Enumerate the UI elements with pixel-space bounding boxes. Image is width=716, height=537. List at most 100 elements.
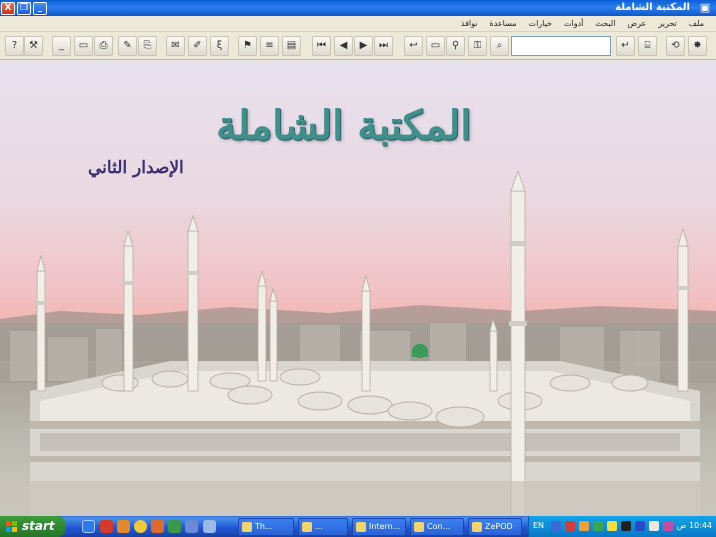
- tray-volume-icon[interactable]: [635, 521, 645, 531]
- next-page-button[interactable]: ▶: [354, 36, 373, 56]
- next-page-icon: ▶: [359, 40, 368, 51]
- taskbar: start Th...... Intern... Con... ZePOD EN 10…: [0, 516, 716, 537]
- copy-button[interactable]: ⎘: [138, 36, 157, 56]
- first-page-icon: ⏮: [317, 40, 326, 51]
- application-window: X ❐ _ المكتبة الشاملة ▣ ملف تحرير عرض البحث…: [0, 0, 716, 537]
- pen-button[interactable]: ✐: [188, 36, 207, 56]
- quicklaunch-app-icon[interactable]: [151, 520, 164, 533]
- quicklaunch-green-icon[interactable]: [168, 520, 181, 533]
- minimize-button[interactable]: _: [33, 1, 47, 15]
- list-button[interactable]: ≡: [260, 36, 279, 56]
- find-icon: ⚲: [451, 40, 460, 51]
- menu-item-3[interactable]: البحث: [589, 17, 621, 31]
- menu-item-2[interactable]: عرض: [621, 17, 652, 31]
- back-button[interactable]: ↩: [404, 36, 423, 56]
- print-button[interactable]: ⎙: [94, 36, 113, 56]
- copy-icon: ⎘: [143, 40, 152, 51]
- tray-misc-icon[interactable]: [663, 521, 673, 531]
- splash-screen: المكتبة الشاملة الإصدار الثاني: [0, 61, 716, 516]
- edit-button[interactable]: ✎: [118, 36, 137, 56]
- tools-button[interactable]: ⚒: [24, 36, 43, 56]
- go-button[interactable]: ↵: [616, 36, 635, 56]
- mail-button[interactable]: ✉: [166, 36, 185, 56]
- taskbar-task-2[interactable]: Intern...: [352, 518, 406, 536]
- pen-icon: ✐: [193, 40, 202, 51]
- window-button[interactable]: ▭: [74, 36, 93, 56]
- list-icon: ≡: [265, 40, 274, 51]
- settings-icon: ✸: [693, 40, 702, 51]
- search-input[interactable]: [511, 36, 611, 56]
- task-label: Con...: [427, 522, 451, 531]
- task-label: Intern...: [369, 522, 401, 531]
- bookmark-icon: ⚑: [243, 40, 252, 51]
- first-page-button[interactable]: ⏮: [312, 36, 331, 56]
- quicklaunch-explorer-icon[interactable]: [203, 520, 216, 533]
- find-button[interactable]: ⚲: [446, 36, 465, 56]
- quicklaunch-media-icon[interactable]: [100, 520, 113, 533]
- edit-icon: ✎: [123, 40, 132, 51]
- index-button[interactable]: ⌸: [638, 36, 657, 56]
- search-web-button[interactable]: ⌕: [490, 36, 509, 56]
- tray-app-icon[interactable]: [621, 521, 631, 531]
- format-icon: ξ: [216, 40, 223, 51]
- tray-usb-icon[interactable]: [649, 521, 659, 531]
- prev-page-button[interactable]: ◀: [334, 36, 353, 56]
- minimize-pane-icon: _: [59, 40, 64, 51]
- restore-button[interactable]: ❐: [17, 1, 31, 15]
- search-web-icon: ⌕: [496, 40, 503, 51]
- tray-update-icon[interactable]: [579, 521, 589, 531]
- splash-subtitle: الإصدار الثاني: [88, 158, 184, 178]
- settings-button[interactable]: ✸: [688, 36, 707, 56]
- minimize-pane-button[interactable]: _: [52, 36, 71, 56]
- menu-item-1[interactable]: تحرير: [652, 17, 682, 31]
- start-label: start: [22, 519, 55, 533]
- help-icon: ?: [11, 40, 18, 51]
- print-icon: ⎙: [99, 40, 108, 51]
- tray-alert-icon[interactable]: [607, 521, 617, 531]
- task-app-icon: [302, 522, 312, 532]
- taskbar-task-4[interactable]: ZePOD: [468, 518, 522, 536]
- quicklaunch-ie-icon[interactable]: [82, 520, 95, 533]
- quicklaunch-firefox-icon[interactable]: [117, 520, 130, 533]
- tray-antivirus-icon[interactable]: [565, 521, 575, 531]
- quicklaunch-desktop-icon[interactable]: [185, 520, 198, 533]
- taskbar-task-1[interactable]: ...: [298, 518, 348, 536]
- index-icon: ⌸: [644, 40, 651, 51]
- tray-network-icon[interactable]: [551, 521, 561, 531]
- windows-flag-icon: [6, 521, 17, 532]
- menu-item-0[interactable]: ملف: [683, 17, 710, 31]
- system-tray: EN 10:44 ص: [528, 516, 716, 537]
- close-button[interactable]: X: [1, 1, 15, 15]
- help-button[interactable]: ?: [5, 36, 24, 56]
- bookmark-button[interactable]: ⚑: [238, 36, 257, 56]
- lock-button[interactable]: ⚿: [468, 36, 487, 56]
- open-folder-icon: ▭: [430, 40, 441, 51]
- app-icon[interactable]: ▣: [698, 1, 712, 15]
- task-app-icon: [472, 522, 482, 532]
- refresh-button[interactable]: ⟲: [666, 36, 685, 56]
- title-bar[interactable]: X ❐ _ المكتبة الشاملة ▣: [0, 0, 716, 16]
- menu-bar: ملف تحرير عرض البحث أدوات خيارات مساعدة نوافذ: [0, 16, 716, 32]
- last-page-icon: ⏭: [379, 40, 388, 51]
- format-button[interactable]: ξ: [210, 36, 229, 56]
- language-indicator[interactable]: EN: [533, 520, 544, 532]
- clock[interactable]: 10:44 ص: [677, 520, 712, 532]
- menu-item-7[interactable]: نوافذ: [455, 17, 484, 31]
- open-folder-button[interactable]: ▭: [426, 36, 445, 56]
- menu-item-5[interactable]: خيارات: [523, 17, 558, 31]
- taskbar-task-3[interactable]: Con...: [410, 518, 464, 536]
- tray-status-icon[interactable]: [593, 521, 603, 531]
- task-label: ZePOD: [485, 522, 513, 531]
- last-page-button[interactable]: ⏭: [374, 36, 393, 56]
- lock-icon: ⚿: [473, 40, 482, 51]
- book-button[interactable]: ▤: [282, 36, 301, 56]
- taskbar-task-0[interactable]: Th...: [238, 518, 294, 536]
- splash-title: المكتبة الشاملة: [216, 102, 472, 149]
- menu-item-6[interactable]: مساعدة: [484, 17, 523, 31]
- quicklaunch-messenger-icon[interactable]: [134, 520, 147, 533]
- toolbar: ? ⚒ _ ▭ ⎙ ✎ ⎘ ✉ ✐ ξ ⚑ ≡ ▤ ⏮ ◀ ▶ ⏭ ↩ ▭ ⚲ ⚿ ⌕ ↵ ⌸ ⟲ ✸: [0, 33, 716, 60]
- start-button[interactable]: start: [0, 516, 66, 537]
- prev-page-icon: ◀: [339, 40, 348, 51]
- menu-item-4[interactable]: أدوات: [558, 17, 589, 31]
- task-label: Th...: [255, 522, 273, 531]
